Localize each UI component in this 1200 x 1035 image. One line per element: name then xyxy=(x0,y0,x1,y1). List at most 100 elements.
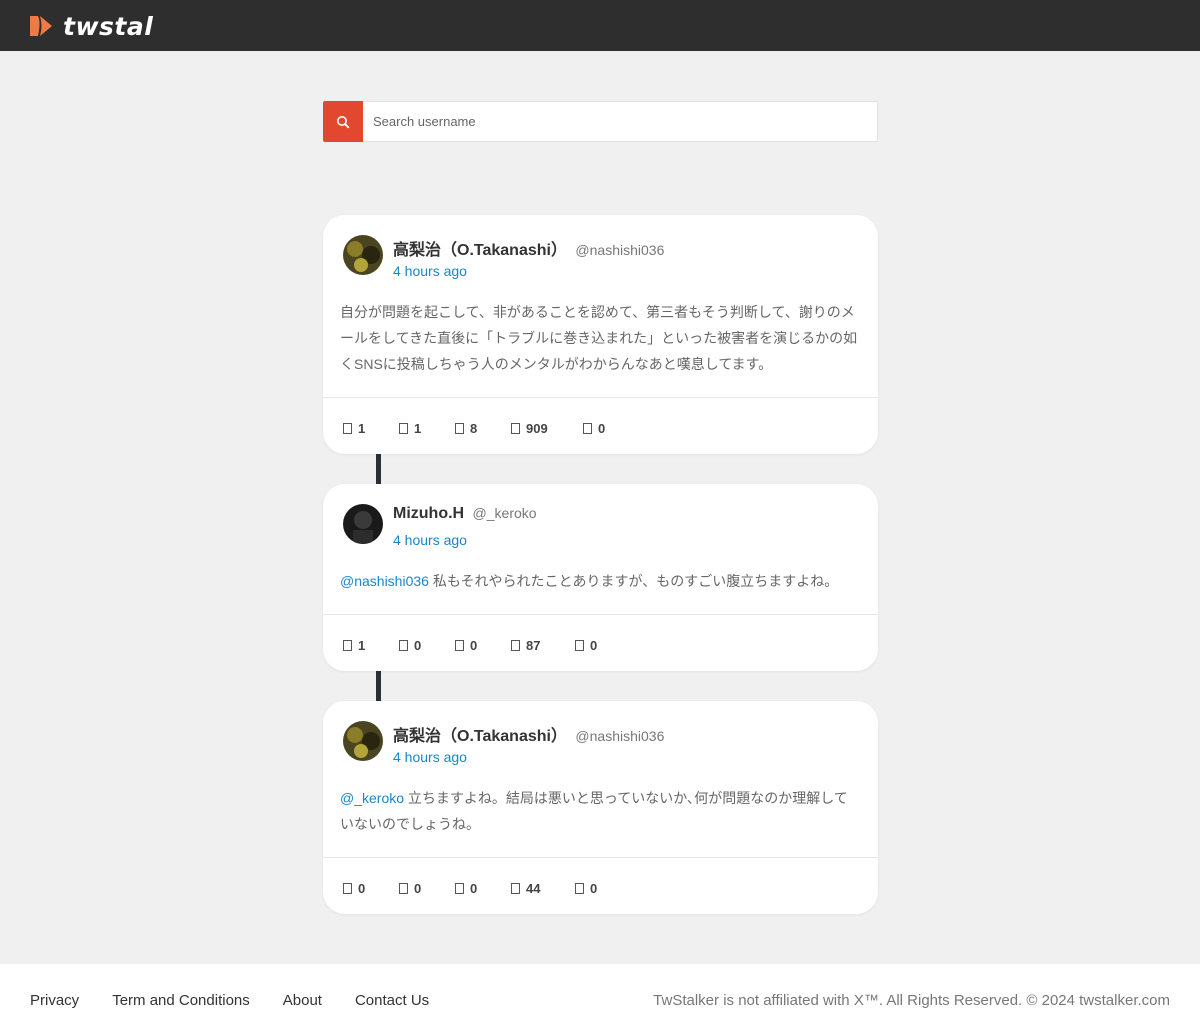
footer-link-contact[interactable]: Contact Us xyxy=(355,992,429,1009)
reply-count-value: 0 xyxy=(358,880,366,896)
tweet-timestamp[interactable]: 4 hours ago xyxy=(393,749,467,765)
avatar-image xyxy=(343,721,383,761)
bookmark-icon xyxy=(575,639,584,651)
tweet-header: 高梨治（O.Takanashi） @nashishi036 4 hours ag… xyxy=(343,721,858,769)
avatar[interactable] xyxy=(343,504,383,544)
like-icon xyxy=(455,422,464,434)
retweet-count-value: 1 xyxy=(414,420,422,436)
view-count-value: 44 xyxy=(526,880,541,896)
like-count-value: 8 xyxy=(470,420,478,436)
bookmark-count[interactable]: 0 xyxy=(583,421,605,436)
author-name[interactable]: 高梨治（O.Takanashi） xyxy=(393,242,567,259)
retweet-count[interactable]: 0 xyxy=(399,881,455,896)
tweet-card: 高梨治（O.Takanashi） @nashishi036 4 hours ag… xyxy=(323,701,878,914)
bookmark-count[interactable]: 0 xyxy=(575,638,597,653)
tweet-timestamp[interactable]: 4 hours ago xyxy=(393,532,467,548)
reply-icon xyxy=(343,882,352,894)
bookmark-count-value: 0 xyxy=(590,880,598,896)
retweet-count-value: 0 xyxy=(414,637,422,653)
footer-link-privacy[interactable]: Privacy xyxy=(30,992,79,1009)
footer-copyright: TwStalker is not affiliated with X™. All… xyxy=(653,992,1170,1009)
reply-icon xyxy=(343,422,352,434)
tweet-text: @_keroko 立ちますよね。結局は悪いと思っていないか､何が問題なのか理解し… xyxy=(340,785,860,837)
thread-connector xyxy=(376,454,381,484)
footer: Privacy Term and Conditions About Contac… xyxy=(0,964,1200,1035)
retweet-icon xyxy=(399,882,408,894)
search-input[interactable] xyxy=(363,101,878,142)
reply-count[interactable]: 1 xyxy=(343,638,399,653)
reply-count-value: 1 xyxy=(358,637,366,653)
like-icon xyxy=(455,639,464,651)
tweet-author: 高梨治（O.Takanashi） @nashishi036 xyxy=(393,722,664,746)
author-handle[interactable]: @nashishi036 xyxy=(575,242,664,258)
view-count-value: 87 xyxy=(526,637,541,653)
retweet-icon xyxy=(399,422,408,434)
tweet-header: 高梨治（O.Takanashi） @nashishi036 4 hours ag… xyxy=(343,235,858,283)
avatar-image xyxy=(343,235,383,275)
tweet-header: Mizuho.H @_keroko 4 hours ago xyxy=(343,504,858,552)
view-count[interactable]: 44 xyxy=(511,881,575,896)
tweet-body: 自分が問題を起こして、非があることを認めて、第三者もそう判断して、謝りのメールを… xyxy=(340,304,858,372)
views-icon xyxy=(511,422,520,434)
search-bar xyxy=(323,101,878,142)
reply-count[interactable]: 0 xyxy=(343,881,399,896)
author-name[interactable]: 高梨治（O.Takanashi） xyxy=(393,728,567,745)
like-count[interactable]: 0 xyxy=(455,638,511,653)
tweet-mention[interactable]: @_keroko xyxy=(340,790,404,806)
bookmark-icon xyxy=(575,882,584,894)
tweet-stats: 1 0 0 87 0 xyxy=(343,635,597,655)
avatar[interactable] xyxy=(343,721,383,761)
bookmark-icon xyxy=(583,422,592,434)
like-icon xyxy=(455,882,464,894)
views-icon xyxy=(511,639,520,651)
tweet-card: Mizuho.H @_keroko 4 hours ago @nashishi0… xyxy=(323,484,878,671)
brand-logo-icon xyxy=(30,16,52,36)
footer-links: Privacy Term and Conditions About Contac… xyxy=(30,992,462,1009)
view-count[interactable]: 87 xyxy=(511,638,575,653)
tweet-stats: 1 1 8 909 0 xyxy=(343,418,605,438)
like-count-value: 0 xyxy=(470,880,478,896)
tweet-author: Mizuho.H @_keroko xyxy=(393,505,537,523)
views-icon xyxy=(511,882,520,894)
like-count-value: 0 xyxy=(470,637,478,653)
author-name[interactable]: Mizuho.H xyxy=(393,505,464,522)
author-handle[interactable]: @_keroko xyxy=(473,505,537,521)
author-handle[interactable]: @nashishi036 xyxy=(575,728,664,744)
like-count[interactable]: 0 xyxy=(455,881,511,896)
divider xyxy=(323,614,878,615)
tweet-mention[interactable]: @nashishi036 xyxy=(340,573,429,589)
tweet-card: 高梨治（O.Takanashi） @nashishi036 4 hours ag… xyxy=(323,215,878,454)
tweet-body: 立ちますよね。結局は悪いと思っていないか､何が問題なのか理解していないのでしょう… xyxy=(340,790,848,832)
footer-link-about[interactable]: About xyxy=(283,992,322,1009)
retweet-count-value: 0 xyxy=(414,880,422,896)
brand-name: twstalker xyxy=(63,12,154,40)
top-bar: twstalker xyxy=(0,0,1200,51)
tweet-author: 高梨治（O.Takanashi） @nashishi036 xyxy=(393,236,664,260)
brand-logo-link[interactable]: twstalker xyxy=(28,12,154,40)
retweet-count[interactable]: 0 xyxy=(399,638,455,653)
tweet-timestamp[interactable]: 4 hours ago xyxy=(393,263,467,279)
search-icon xyxy=(337,115,350,128)
retweet-count[interactable]: 1 xyxy=(399,421,455,436)
bookmark-count-value: 0 xyxy=(598,420,606,436)
tweet-text: @nashishi036 私もそれやられたことありますが、ものすごい腹立ちますよ… xyxy=(340,568,860,594)
avatar[interactable] xyxy=(343,235,383,275)
bookmark-count-value: 0 xyxy=(590,637,598,653)
like-count[interactable]: 8 xyxy=(455,421,511,436)
search-button[interactable] xyxy=(323,101,363,142)
divider xyxy=(323,857,878,858)
avatar-image xyxy=(343,504,383,544)
view-count-value: 909 xyxy=(526,420,548,436)
footer-link-terms[interactable]: Term and Conditions xyxy=(112,992,250,1009)
thread-connector xyxy=(376,671,381,701)
reply-count[interactable]: 1 xyxy=(343,421,399,436)
tweet-body: 私もそれやられたことありますが、ものすごい腹立ちますよね。 xyxy=(428,573,839,589)
divider xyxy=(323,397,878,398)
tweet-text: 自分が問題を起こして、非があることを認めて、第三者もそう判断して、謝りのメールを… xyxy=(340,299,860,377)
tweet-stats: 0 0 0 44 0 xyxy=(343,878,597,898)
reply-count-value: 1 xyxy=(358,420,366,436)
bookmark-count[interactable]: 0 xyxy=(575,881,597,896)
view-count[interactable]: 909 xyxy=(511,421,583,436)
retweet-icon xyxy=(399,639,408,651)
reply-icon xyxy=(343,639,352,651)
